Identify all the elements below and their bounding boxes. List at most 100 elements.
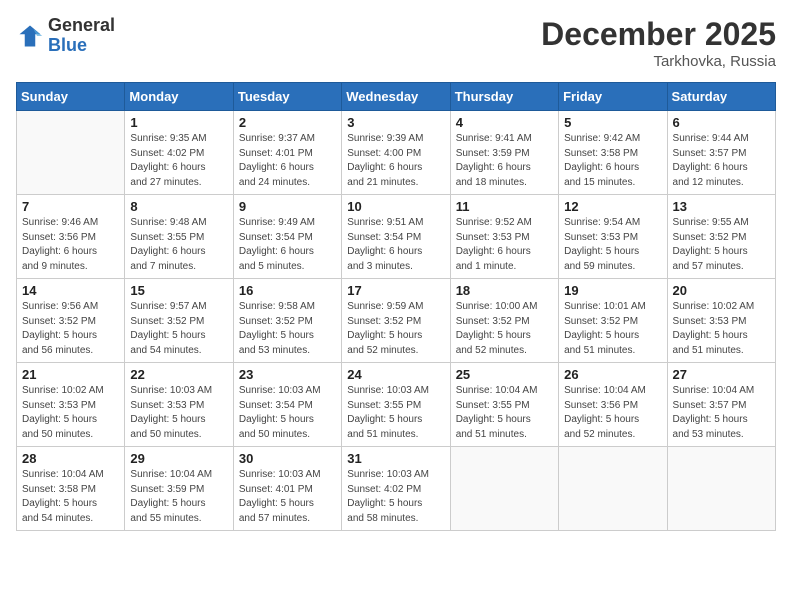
- calendar-header-row: SundayMondayTuesdayWednesdayThursdayFrid…: [17, 83, 776, 111]
- day-info: Sunrise: 9:48 AMSunset: 3:55 PMDaylight:…: [130, 216, 227, 274]
- day-number: 13: [673, 199, 770, 214]
- day-number: 26: [564, 367, 661, 382]
- calendar-cell: 28 Sunrise: 10:04 AMSunset: 3:58 PMDaylig…: [17, 447, 125, 531]
- calendar-cell: 16Sunrise: 9:58 AMSunset: 3:52 PMDayligh…: [233, 279, 341, 363]
- calendar-cell: [17, 111, 125, 195]
- day-info: Sunrise: 9:42 AMSunset: 3:58 PMDaylight:…: [564, 132, 661, 190]
- day-info: Sunrise: 10:01 AMSunset: 3:52 PMDaylight…: [564, 300, 661, 358]
- calendar-cell: 13 Sunrise: 9:55 AMSunset: 3:52 PMDayligh…: [667, 195, 775, 279]
- weekday-header: Wednesday: [342, 83, 450, 111]
- calendar-week-row: 1 Sunrise: 9:35 AMSunset: 4:02 PMDaylight…: [17, 111, 776, 195]
- day-number: 23: [239, 367, 336, 382]
- day-info: Sunrise: 9:55 AMSunset: 3:52 PMDaylight:…: [673, 216, 770, 274]
- day-info: Sunrise: 9:58 AMSunset: 3:52 PMDaylight:…: [239, 300, 336, 358]
- day-info: Sunrise: 9:49 AMSunset: 3:54 PMDaylight:…: [239, 216, 336, 274]
- day-number: 30: [239, 451, 336, 466]
- calendar-cell: 7 Sunrise: 9:46 AMSunset: 3:56 PMDaylight…: [17, 195, 125, 279]
- calendar-week-row: 28 Sunrise: 10:04 AMSunset: 3:58 PMDaylig…: [17, 447, 776, 531]
- day-info: Sunrise: 9:52 AMSunset: 3:53 PMDaylight:…: [456, 216, 553, 274]
- day-info: Sunrise: 9:46 AMSunset: 3:56 PMDaylight:…: [22, 216, 119, 274]
- day-info: Sunrise: 10:03 AMSunset: 3:54 PMDaylight…: [239, 384, 336, 442]
- logo-blue-text: Blue: [48, 35, 87, 55]
- day-info: Sunrise: 9:37 AMSunset: 4:01 PMDaylight:…: [239, 132, 336, 190]
- day-number: 1: [130, 115, 227, 130]
- calendar-cell: 2 Sunrise: 9:37 AMSunset: 4:01 PMDaylight…: [233, 111, 341, 195]
- weekday-header: Tuesday: [233, 83, 341, 111]
- calendar-cell: 25 Sunrise: 10:04 AMSunset: 3:55 PMDaylig…: [450, 363, 558, 447]
- day-info: Sunrise: 10:04 AMSunset: 3:58 PMDaylight…: [22, 468, 119, 526]
- calendar-cell: 15 Sunrise: 9:57 AMSunset: 3:52 PMDayligh…: [125, 279, 233, 363]
- calendar-cell: 10 Sunrise: 9:51 AMSunset: 3:54 PMDayligh…: [342, 195, 450, 279]
- page-header: General Blue December 2025 Tarkhovka, Ru…: [16, 16, 776, 70]
- day-number: 21: [22, 367, 119, 382]
- day-info: Sunrise: 10:03 AMSunset: 3:55 PMDaylight…: [347, 384, 444, 442]
- calendar-cell: 8 Sunrise: 9:48 AMSunset: 3:55 PMDaylight…: [125, 195, 233, 279]
- calendar-week-row: 14Sunrise: 9:56 AMSunset: 3:52 PMDayligh…: [17, 279, 776, 363]
- title-block: December 2025 Tarkhovka, Russia: [541, 16, 776, 70]
- day-number: 8: [130, 199, 227, 214]
- day-number: 31: [347, 451, 444, 466]
- weekday-header: Thursday: [450, 83, 558, 111]
- weekday-header: Friday: [559, 83, 667, 111]
- calendar-cell: 12 Sunrise: 9:54 AMSunset: 3:53 PMDayligh…: [559, 195, 667, 279]
- calendar-cell: 21Sunrise: 10:02 AMSunset: 3:53 PMDaylig…: [17, 363, 125, 447]
- calendar-cell: [667, 447, 775, 531]
- weekday-header: Monday: [125, 83, 233, 111]
- calendar-cell: 27Sunrise: 10:04 AMSunset: 3:57 PMDaylig…: [667, 363, 775, 447]
- day-info: Sunrise: 10:00 AMSunset: 3:52 PMDaylight…: [456, 300, 553, 358]
- day-number: 3: [347, 115, 444, 130]
- day-info: Sunrise: 9:39 AMSunset: 4:00 PMDaylight:…: [347, 132, 444, 190]
- calendar-cell: 6Sunrise: 9:44 AMSunset: 3:57 PMDaylight…: [667, 111, 775, 195]
- day-number: 25: [456, 367, 553, 382]
- day-number: 20: [673, 283, 770, 298]
- day-number: 2: [239, 115, 336, 130]
- weekday-header: Saturday: [667, 83, 775, 111]
- day-info: Sunrise: 9:56 AMSunset: 3:52 PMDaylight:…: [22, 300, 119, 358]
- calendar-cell: 5 Sunrise: 9:42 AMSunset: 3:58 PMDaylight…: [559, 111, 667, 195]
- day-number: 27: [673, 367, 770, 382]
- day-number: 22: [130, 367, 227, 382]
- day-info: Sunrise: 10:04 AMSunset: 3:59 PMDaylight…: [130, 468, 227, 526]
- day-number: 12: [564, 199, 661, 214]
- calendar-cell: 19 Sunrise: 10:01 AMSunset: 3:52 PMDaylig…: [559, 279, 667, 363]
- calendar-week-row: 21Sunrise: 10:02 AMSunset: 3:53 PMDaylig…: [17, 363, 776, 447]
- calendar-cell: 4 Sunrise: 9:41 AMSunset: 3:59 PMDaylight…: [450, 111, 558, 195]
- calendar-cell: 23 Sunrise: 10:03 AMSunset: 3:54 PMDaylig…: [233, 363, 341, 447]
- day-info: Sunrise: 9:35 AMSunset: 4:02 PMDaylight:…: [130, 132, 227, 190]
- day-number: 7: [22, 199, 119, 214]
- location-text: Tarkhovka, Russia: [541, 53, 776, 70]
- day-info: Sunrise: 10:04 AMSunset: 3:56 PMDaylight…: [564, 384, 661, 442]
- calendar-cell: 26 Sunrise: 10:04 AMSunset: 3:56 PMDaylig…: [559, 363, 667, 447]
- day-number: 10: [347, 199, 444, 214]
- day-number: 19: [564, 283, 661, 298]
- day-info: Sunrise: 10:02 AMSunset: 3:53 PMDaylight…: [673, 300, 770, 358]
- day-number: 9: [239, 199, 336, 214]
- day-info: Sunrise: 9:54 AMSunset: 3:53 PMDaylight:…: [564, 216, 661, 274]
- day-info: Sunrise: 9:59 AMSunset: 3:52 PMDaylight:…: [347, 300, 444, 358]
- day-number: 28: [22, 451, 119, 466]
- logo: General Blue: [16, 16, 115, 56]
- calendar-cell: 11 Sunrise: 9:52 AMSunset: 3:53 PMDayligh…: [450, 195, 558, 279]
- day-info: Sunrise: 9:57 AMSunset: 3:52 PMDaylight:…: [130, 300, 227, 358]
- day-number: 4: [456, 115, 553, 130]
- calendar-cell: 29Sunrise: 10:04 AMSunset: 3:59 PMDaylig…: [125, 447, 233, 531]
- month-year-title: December 2025: [541, 16, 776, 53]
- calendar-week-row: 7 Sunrise: 9:46 AMSunset: 3:56 PMDaylight…: [17, 195, 776, 279]
- day-info: Sunrise: 10:04 AMSunset: 3:55 PMDaylight…: [456, 384, 553, 442]
- calendar-table: SundayMondayTuesdayWednesdayThursdayFrid…: [16, 82, 776, 531]
- calendar-cell: 30Sunrise: 10:03 AMSunset: 4:01 PMDaylig…: [233, 447, 341, 531]
- day-info: Sunrise: 10:03 AMSunset: 3:53 PMDaylight…: [130, 384, 227, 442]
- logo-icon: [16, 22, 44, 50]
- day-number: 15: [130, 283, 227, 298]
- day-info: Sunrise: 10:03 AMSunset: 4:02 PMDaylight…: [347, 468, 444, 526]
- day-info: Sunrise: 9:41 AMSunset: 3:59 PMDaylight:…: [456, 132, 553, 190]
- day-number: 18: [456, 283, 553, 298]
- day-number: 17: [347, 283, 444, 298]
- day-number: 11: [456, 199, 553, 214]
- day-number: 5: [564, 115, 661, 130]
- calendar-cell: 24Sunrise: 10:03 AMSunset: 3:55 PMDaylig…: [342, 363, 450, 447]
- day-info: Sunrise: 9:51 AMSunset: 3:54 PMDaylight:…: [347, 216, 444, 274]
- logo-general-text: General: [48, 15, 115, 35]
- calendar-cell: 31 Sunrise: 10:03 AMSunset: 4:02 PMDaylig…: [342, 447, 450, 531]
- weekday-header: Sunday: [17, 83, 125, 111]
